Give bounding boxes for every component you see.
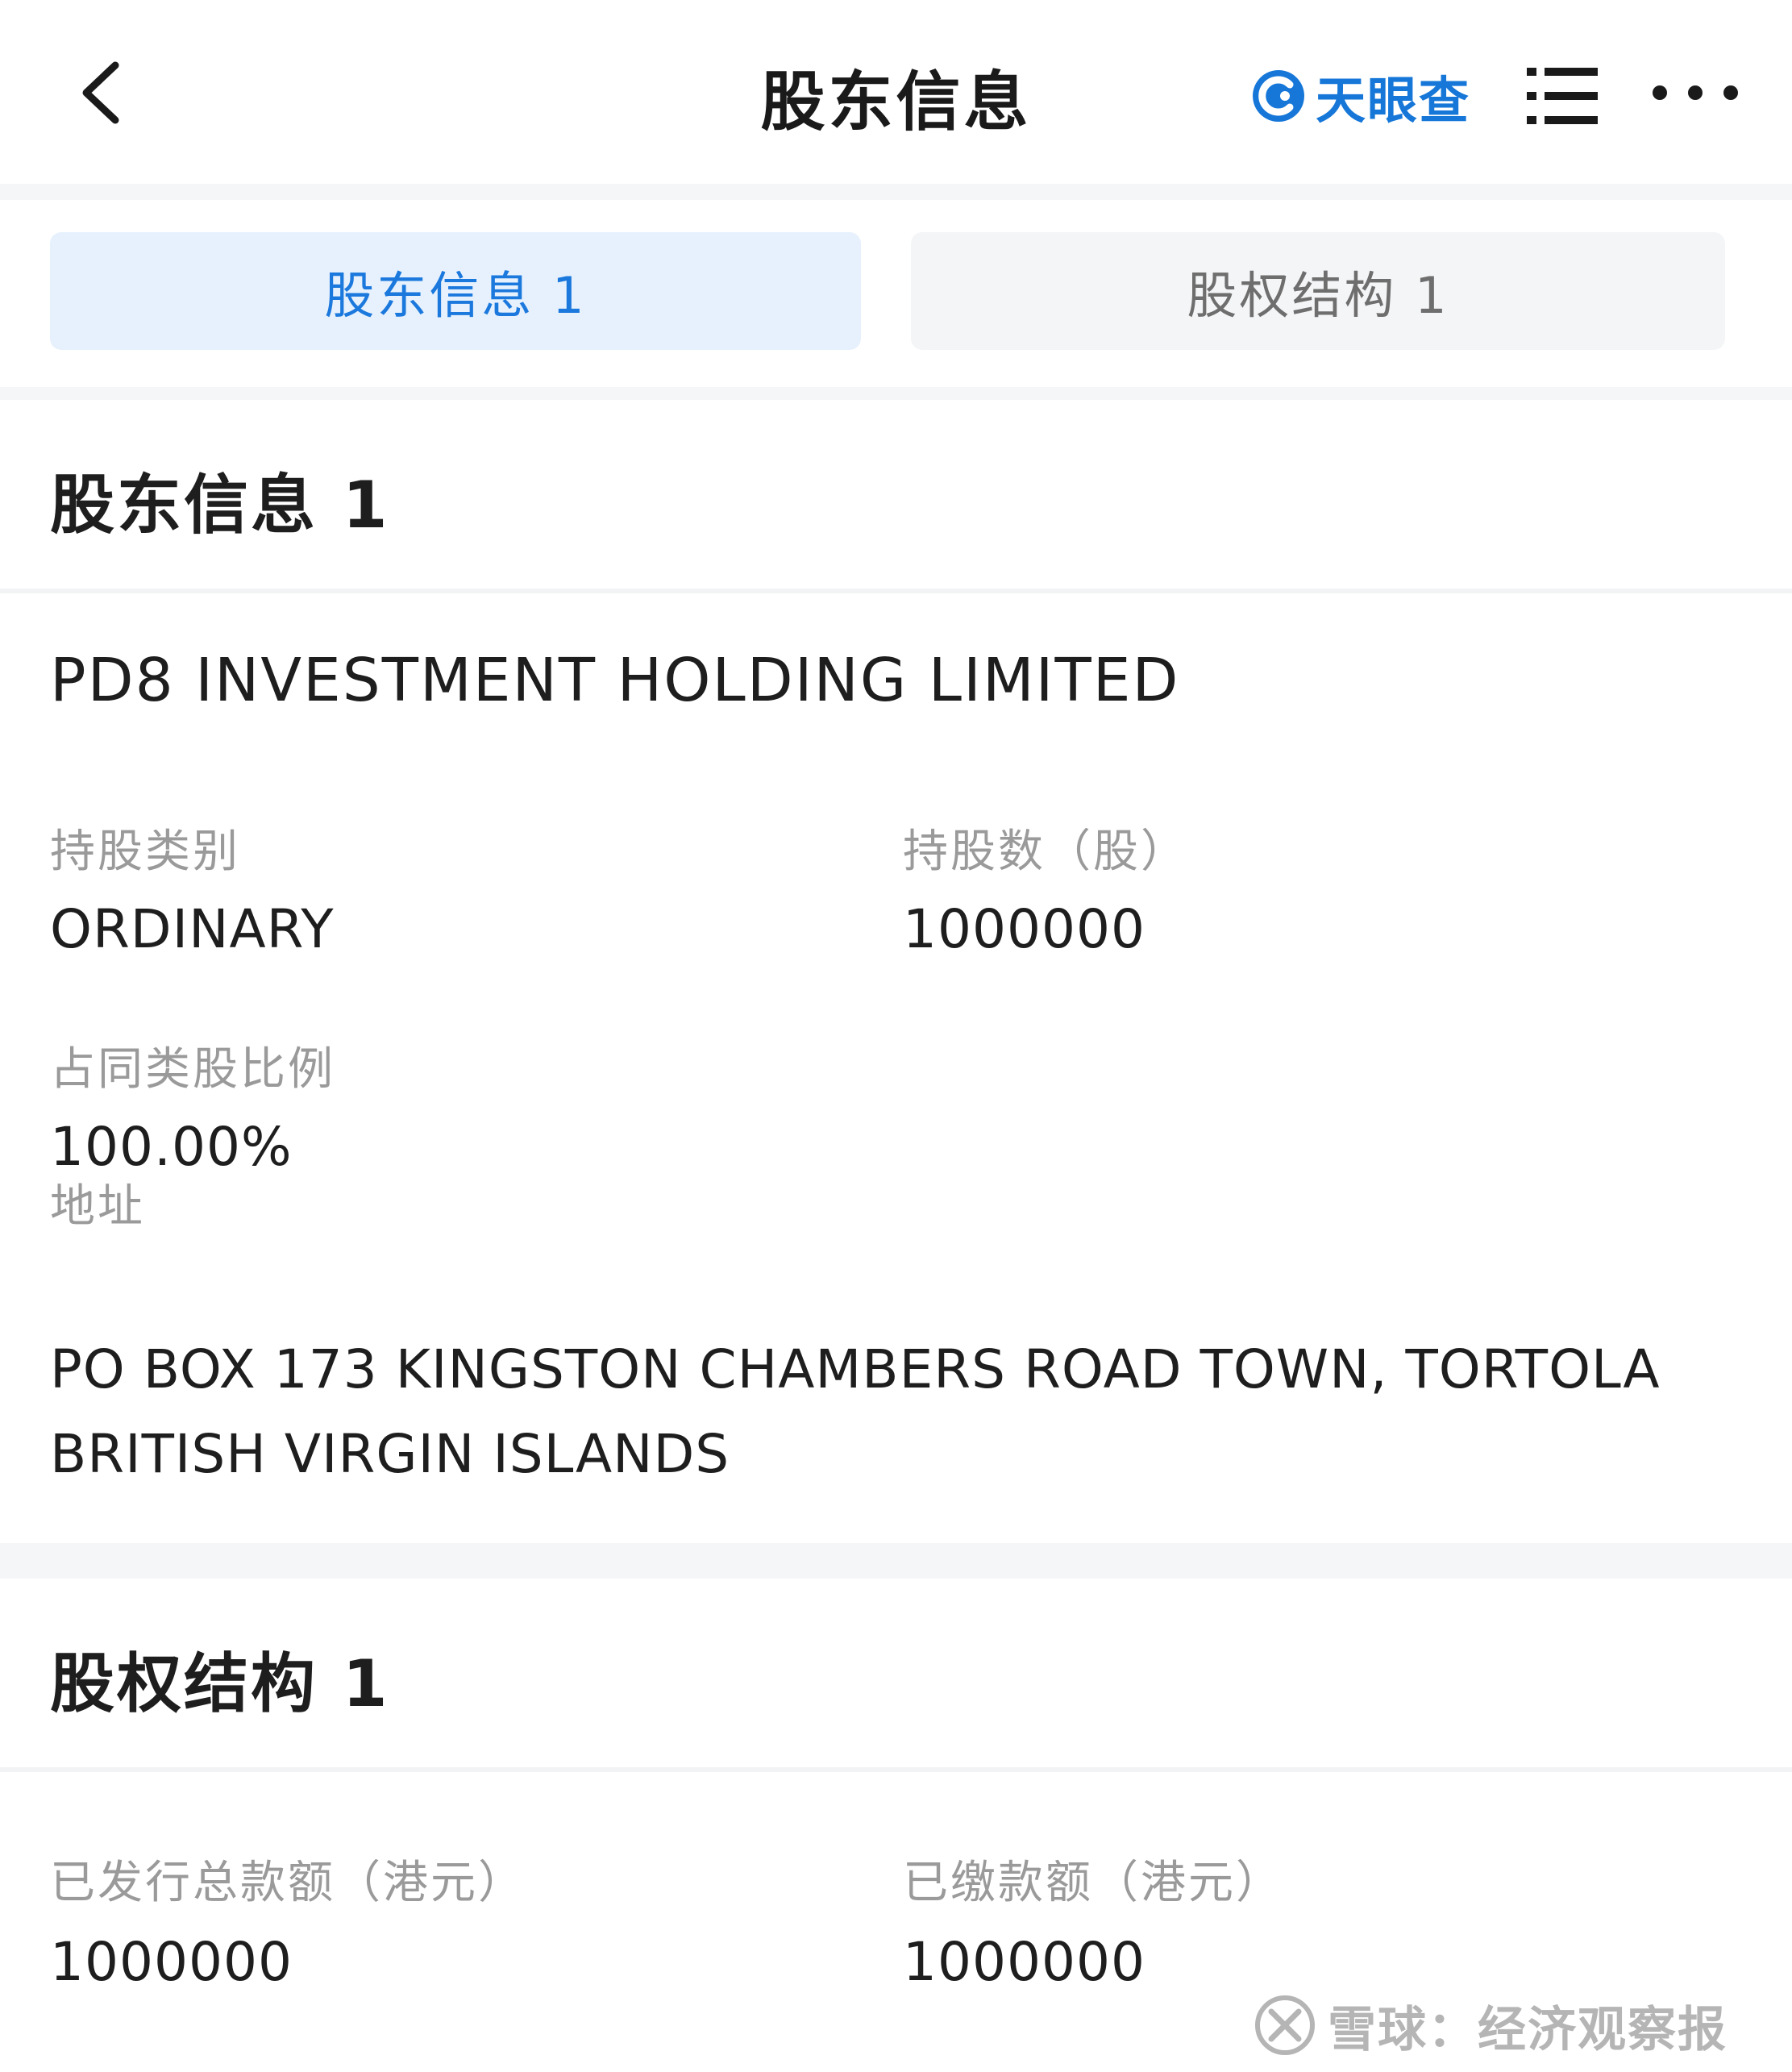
page: 股东信息 天眼查 股东信息 1 股权结构 1 股东信息 1 PD8 INVEST… <box>0 0 1792 2072</box>
shareholder-name[interactable]: PD8 INVESTMENT HOLDING LIMITED <box>50 646 1179 715</box>
more-dots-icon <box>1653 85 1738 100</box>
brand-logo[interactable]: 天眼查 <box>1249 60 1470 132</box>
paid-amount-label: 已缴款额（港元） <box>903 1857 1283 1909</box>
issued-amount-value: 1000000 <box>50 1931 293 1993</box>
tab-shareholders[interactable]: 股东信息 1 <box>50 232 861 350</box>
tab-bar: 股东信息 1 股权结构 1 <box>0 200 1792 387</box>
ratio-label: 占同类股比例 <box>50 1043 335 1096</box>
list-menu-icon <box>1527 68 1598 124</box>
shareholders-section: 股东信息 1 PD8 INVESTMENT HOLDING LIMITED 持股… <box>0 400 1792 1543</box>
watermark: 雪球：经济观察报 <box>1254 1985 1728 2066</box>
brand-name: 天眼查 <box>1316 71 1471 130</box>
snowball-logo-icon <box>1255 1995 1315 2055</box>
equity-section-header: 股权结构 1 <box>0 1579 1792 1772</box>
address-value: PO BOX 173 KINGSTON CHAMBERS ROAD TOWN, … <box>50 1338 1661 1485</box>
tianyancha-logo-icon <box>1253 70 1304 122</box>
share-count-value: 1000000 <box>903 898 1145 960</box>
share-count-label: 持股数（股） <box>903 826 1188 878</box>
share-class-value: ORDINARY <box>50 898 335 960</box>
watermark-text: 雪球：经济观察报 <box>1328 2001 1728 2058</box>
share-class-label: 持股类别 <box>50 826 240 878</box>
issued-amount-label: 已发行总款额（港元） <box>50 1857 526 1909</box>
paid-amount-value: 1000000 <box>903 1931 1145 1993</box>
section-title: 股权结构 1 <box>50 1646 390 1721</box>
address-label: 地址 <box>50 1180 145 1233</box>
tab-equity-structure[interactable]: 股权结构 1 <box>911 232 1725 350</box>
ratio-value: 100.00% <box>50 1116 293 1178</box>
shareholders-section-header: 股东信息 1 <box>0 400 1792 593</box>
section-title: 股东信息 1 <box>50 468 390 543</box>
top-nav-bar: 股东信息 天眼查 <box>0 0 1792 184</box>
more-button[interactable] <box>1649 64 1745 121</box>
list-menu-button[interactable] <box>1524 60 1604 132</box>
